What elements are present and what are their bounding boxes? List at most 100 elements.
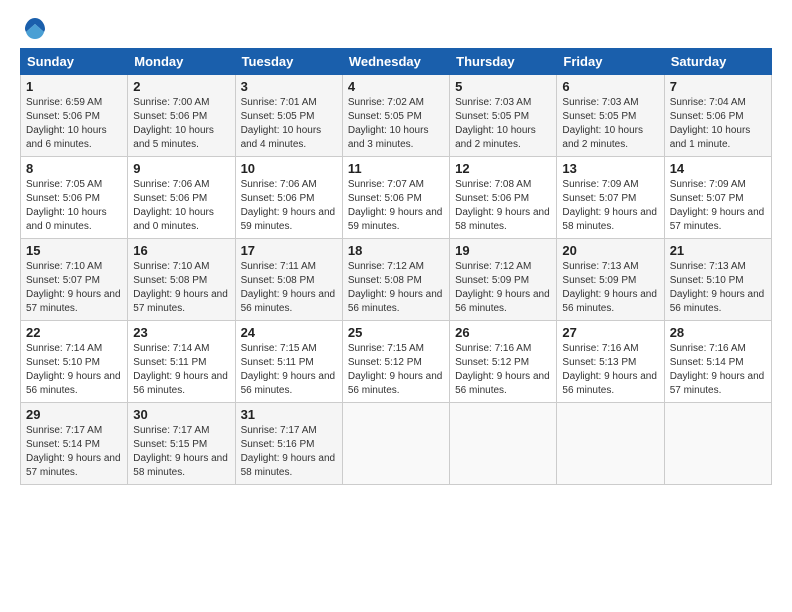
calendar-cell: 29 Sunrise: 7:17 AMSunset: 5:14 PMDayligh… [21, 403, 128, 485]
page: SundayMondayTuesdayWednesdayThursdayFrid… [0, 0, 792, 612]
calendar-cell: 31 Sunrise: 7:17 AMSunset: 5:16 PMDayligh… [235, 403, 342, 485]
weekday-tuesday: Tuesday [235, 49, 342, 75]
calendar: SundayMondayTuesdayWednesdayThursdayFrid… [20, 48, 772, 485]
day-number: 20 [562, 243, 658, 258]
calendar-cell: 4Sunrise: 7:02 AMSunset: 5:05 PMDaylight… [342, 75, 449, 157]
cell-content: Sunrise: 7:12 AMSunset: 5:08 PMDaylight:… [348, 260, 444, 316]
calendar-cell: 2 Sunrise: 7:00 AMSunset: 5:06 PMDaylight… [128, 75, 235, 157]
weekday-thursday: Thursday [450, 49, 557, 75]
cell-content: Sunrise: 7:14 AMSunset: 5:11 PMDaylight:… [133, 342, 229, 398]
day-number: 18 [348, 243, 444, 258]
logo-icon [22, 16, 48, 42]
cell-content: Sunrise: 7:10 AMSunset: 5:08 PMDaylight:… [133, 260, 229, 316]
day-number: 17 [241, 243, 337, 258]
day-number: 14 [670, 161, 766, 176]
day-number: 10 [241, 161, 337, 176]
day-number: 30 [133, 407, 229, 422]
cell-content: Sunrise: 7:15 AMSunset: 5:12 PMDaylight:… [348, 342, 444, 398]
cell-content: Sunrise: 7:09 AMSunset: 5:07 PMDaylight:… [562, 178, 658, 234]
cell-content: Sunrise: 7:13 AMSunset: 5:09 PMDaylight:… [562, 260, 658, 316]
calendar-cell [450, 403, 557, 485]
day-number: 8 [26, 161, 122, 176]
cell-content: Sunrise: 7:07 AMSunset: 5:06 PMDaylight:… [348, 178, 444, 234]
week-row-4: 22 Sunrise: 7:14 AMSunset: 5:10 PMDayligh… [21, 321, 772, 403]
calendar-cell: 21 Sunrise: 7:13 AMSunset: 5:10 PMDayligh… [664, 239, 771, 321]
day-number: 25 [348, 325, 444, 340]
calendar-cell [557, 403, 664, 485]
day-number: 27 [562, 325, 658, 340]
day-number: 22 [26, 325, 122, 340]
weekday-header-row: SundayMondayTuesdayWednesdayThursdayFrid… [21, 49, 772, 75]
calendar-cell: 13 Sunrise: 7:09 AMSunset: 5:07 PMDayligh… [557, 157, 664, 239]
cell-content: Sunrise: 7:17 AMSunset: 5:14 PMDaylight:… [26, 424, 122, 480]
calendar-cell: 12 Sunrise: 7:08 AMSunset: 5:06 PMDayligh… [450, 157, 557, 239]
weekday-saturday: Saturday [664, 49, 771, 75]
calendar-cell: 30Sunrise: 7:17 AMSunset: 5:15 PMDayligh… [128, 403, 235, 485]
cell-content: Sunrise: 7:15 AMSunset: 5:11 PMDaylight:… [241, 342, 337, 398]
week-row-1: 1Sunrise: 6:59 AMSunset: 5:06 PMDaylight… [21, 75, 772, 157]
cell-content: Sunrise: 7:13 AMSunset: 5:10 PMDaylight:… [670, 260, 766, 316]
cell-content: Sunrise: 7:09 AMSunset: 5:07 PMDaylight:… [670, 178, 766, 234]
day-number: 12 [455, 161, 551, 176]
cell-content: Sunrise: 7:16 AMSunset: 5:13 PMDaylight:… [562, 342, 658, 398]
calendar-cell: 26Sunrise: 7:16 AMSunset: 5:12 PMDayligh… [450, 321, 557, 403]
cell-content: Sunrise: 7:05 AMSunset: 5:06 PMDaylight:… [26, 178, 122, 234]
calendar-cell [664, 403, 771, 485]
calendar-cell: 14 Sunrise: 7:09 AMSunset: 5:07 PMDayligh… [664, 157, 771, 239]
day-number: 21 [670, 243, 766, 258]
calendar-cell: 20 Sunrise: 7:13 AMSunset: 5:09 PMDayligh… [557, 239, 664, 321]
calendar-cell: 9 Sunrise: 7:06 AMSunset: 5:06 PMDaylight… [128, 157, 235, 239]
calendar-cell: 7Sunrise: 7:04 AMSunset: 5:06 PMDaylight… [664, 75, 771, 157]
day-number: 3 [241, 79, 337, 94]
calendar-cell: 3 Sunrise: 7:01 AMSunset: 5:05 PMDaylight… [235, 75, 342, 157]
calendar-cell: 27 Sunrise: 7:16 AMSunset: 5:13 PMDayligh… [557, 321, 664, 403]
day-number: 9 [133, 161, 229, 176]
header [20, 16, 772, 38]
cell-content: Sunrise: 7:08 AMSunset: 5:06 PMDaylight:… [455, 178, 551, 234]
calendar-cell: 28 Sunrise: 7:16 AMSunset: 5:14 PMDayligh… [664, 321, 771, 403]
cell-content: Sunrise: 7:16 AMSunset: 5:14 PMDaylight:… [670, 342, 766, 398]
day-number: 26 [455, 325, 551, 340]
day-number: 28 [670, 325, 766, 340]
day-number: 2 [133, 79, 229, 94]
weekday-wednesday: Wednesday [342, 49, 449, 75]
weekday-monday: Monday [128, 49, 235, 75]
logo [20, 16, 48, 38]
cell-content: Sunrise: 7:12 AMSunset: 5:09 PMDaylight:… [455, 260, 551, 316]
calendar-cell: 19 Sunrise: 7:12 AMSunset: 5:09 PMDayligh… [450, 239, 557, 321]
day-number: 19 [455, 243, 551, 258]
day-number: 5 [455, 79, 551, 94]
day-number: 15 [26, 243, 122, 258]
cell-content: Sunrise: 7:10 AMSunset: 5:07 PMDaylight:… [26, 260, 122, 316]
day-number: 24 [241, 325, 337, 340]
cell-content: Sunrise: 7:03 AMSunset: 5:05 PMDaylight:… [562, 96, 658, 152]
cell-content: Sunrise: 6:59 AMSunset: 5:06 PMDaylight:… [26, 96, 122, 152]
cell-content: Sunrise: 7:14 AMSunset: 5:10 PMDaylight:… [26, 342, 122, 398]
cell-content: Sunrise: 7:06 AMSunset: 5:06 PMDaylight:… [133, 178, 229, 234]
cell-content: Sunrise: 7:06 AMSunset: 5:06 PMDaylight:… [241, 178, 337, 234]
week-row-2: 8 Sunrise: 7:05 AMSunset: 5:06 PMDaylight… [21, 157, 772, 239]
calendar-cell: 18 Sunrise: 7:12 AMSunset: 5:08 PMDayligh… [342, 239, 449, 321]
day-number: 23 [133, 325, 229, 340]
cell-content: Sunrise: 7:11 AMSunset: 5:08 PMDaylight:… [241, 260, 337, 316]
day-number: 16 [133, 243, 229, 258]
calendar-cell: 6Sunrise: 7:03 AMSunset: 5:05 PMDaylight… [557, 75, 664, 157]
calendar-cell: 8 Sunrise: 7:05 AMSunset: 5:06 PMDaylight… [21, 157, 128, 239]
week-row-3: 15 Sunrise: 7:10 AMSunset: 5:07 PMDayligh… [21, 239, 772, 321]
week-row-5: 29 Sunrise: 7:17 AMSunset: 5:14 PMDayligh… [21, 403, 772, 485]
cell-content: Sunrise: 7:00 AMSunset: 5:06 PMDaylight:… [133, 96, 229, 152]
day-number: 29 [26, 407, 122, 422]
calendar-cell: 25 Sunrise: 7:15 AMSunset: 5:12 PMDayligh… [342, 321, 449, 403]
calendar-cell: 15 Sunrise: 7:10 AMSunset: 5:07 PMDayligh… [21, 239, 128, 321]
day-number: 4 [348, 79, 444, 94]
calendar-cell: 10 Sunrise: 7:06 AMSunset: 5:06 PMDayligh… [235, 157, 342, 239]
day-number: 31 [241, 407, 337, 422]
cell-content: Sunrise: 7:01 AMSunset: 5:05 PMDaylight:… [241, 96, 337, 152]
cell-content: Sunrise: 7:17 AMSunset: 5:16 PMDaylight:… [241, 424, 337, 480]
day-number: 7 [670, 79, 766, 94]
calendar-cell: 23 Sunrise: 7:14 AMSunset: 5:11 PMDayligh… [128, 321, 235, 403]
calendar-cell: 11Sunrise: 7:07 AMSunset: 5:06 PMDayligh… [342, 157, 449, 239]
weekday-sunday: Sunday [21, 49, 128, 75]
calendar-cell: 5Sunrise: 7:03 AMSunset: 5:05 PMDaylight… [450, 75, 557, 157]
day-number: 13 [562, 161, 658, 176]
